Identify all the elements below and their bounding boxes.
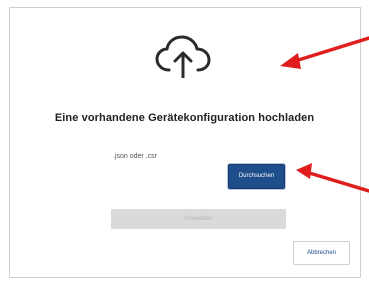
apply-button: Anwenden	[111, 209, 286, 229]
file-type-hint: .json oder .csr	[113, 153, 157, 160]
cloud-upload-icon	[155, 35, 211, 78]
screenshot-stage: Eine vorhandene Gerätekonfiguration hoch…	[0, 0, 369, 285]
dialog-title: Eine vorhandene Gerätekonfiguration hoch…	[54, 112, 315, 124]
file-path-input[interactable]	[112, 163, 223, 189]
browse-button[interactable]: Durchsuchen	[228, 164, 285, 189]
cancel-button[interactable]: Abbrechen	[293, 241, 350, 265]
